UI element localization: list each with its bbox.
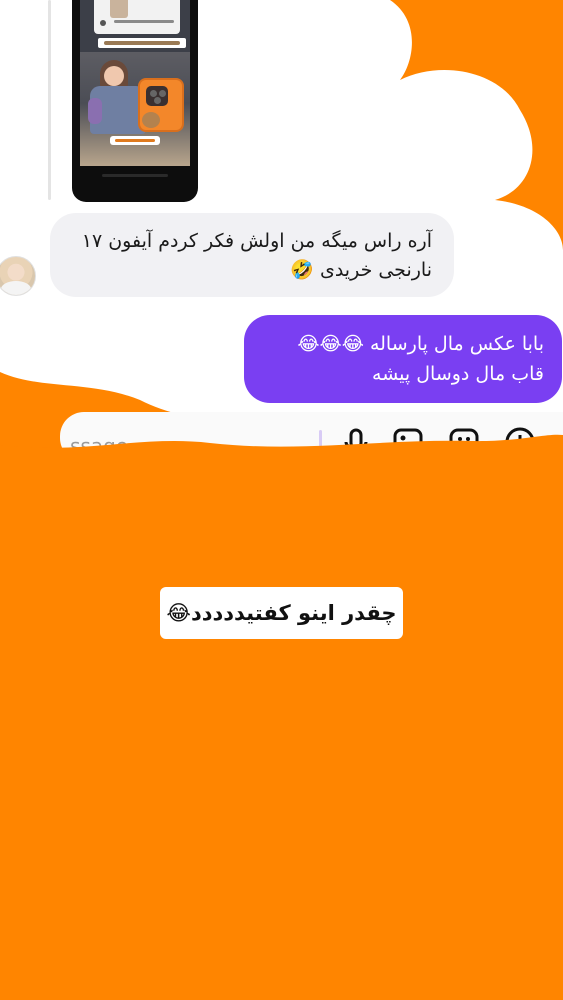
incoming-message-line-1: آره راس میگه من اولش فکر کردم آیفون ۱۷ (81, 230, 432, 252)
phone-reply-banner (98, 38, 186, 48)
post-caption-line (114, 20, 174, 23)
phone-caption-sticker (110, 136, 160, 145)
phone-screen (80, 0, 190, 166)
shared-phone-screenshot[interactable] (72, 0, 198, 202)
orange-wave-overlay (0, 434, 563, 475)
reply-thread-line (48, 0, 51, 200)
story-canvas: آره راس میگه من اولش فکر کردم آیفون ۱۷ ن… (0, 0, 563, 1000)
child-face (104, 66, 124, 86)
incoming-message-line-2: نارنجی خریدی 🤣 (290, 259, 432, 281)
sender-avatar[interactable] (0, 256, 36, 296)
phone-post-card (94, 0, 180, 34)
bear-charm (142, 112, 160, 128)
caption-sticker[interactable]: چقدر اینو کفتیددددد😂 (160, 587, 403, 639)
phone-home-indicator (102, 174, 168, 177)
post-avatar-dot (100, 20, 106, 26)
post-thumbnail (110, 0, 128, 18)
incoming-message-bubble[interactable]: آره راس میگه من اولش فکر کردم آیفون ۱۷ ن… (50, 213, 454, 297)
outgoing-message-bubble[interactable]: بابا عکس مال پارساله 😂😂😂 قاب مال دوسال پ… (244, 315, 562, 403)
outgoing-message-line-2: قاب مال دوسال پیشه (372, 363, 544, 385)
outgoing-message-line-1: بابا عکس مال پارساله 😂😂😂 (297, 333, 544, 355)
child-arm (88, 98, 102, 124)
